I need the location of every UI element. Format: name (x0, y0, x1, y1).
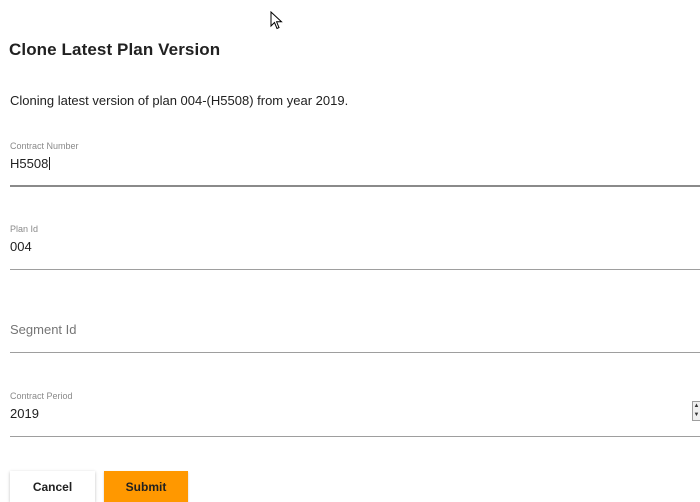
mouse-pointer-icon (270, 10, 284, 36)
segment-id-input[interactable]: Segment Id (10, 322, 77, 337)
dialog-title: Clone Latest Plan Version (9, 40, 221, 59)
contract-number-field[interactable]: Contract Number H5508 (10, 141, 700, 187)
plan-id-field[interactable]: Plan Id 004 (10, 224, 700, 270)
cancel-button[interactable]: Cancel (10, 471, 95, 502)
plan-id-input[interactable]: 004 (10, 239, 32, 254)
contract-period-label: Contract Period (10, 391, 73, 401)
contract-number-value: H5508 (10, 156, 49, 171)
contract-period-input[interactable]: 2019 (10, 406, 39, 421)
contract-number-underline (10, 185, 700, 187)
text-caret (49, 157, 51, 170)
number-spinner-icon[interactable]: ▲ ▼ (692, 401, 700, 421)
dialog-description: Cloning latest version of plan 004-(H550… (10, 93, 349, 108)
submit-button[interactable]: Submit (104, 471, 188, 502)
plan-id-underline (10, 269, 700, 270)
contract-period-underline (10, 436, 700, 437)
contract-period-field[interactable]: Contract Period 2019 ▲ ▼ (10, 391, 700, 437)
segment-id-field[interactable]: Segment Id (10, 307, 700, 353)
contract-number-input[interactable]: H5508 (10, 156, 51, 171)
contract-number-label: Contract Number (10, 141, 79, 151)
spinner-up-icon[interactable]: ▲ (693, 402, 700, 411)
plan-id-label: Plan Id (10, 224, 39, 234)
spinner-down-icon[interactable]: ▼ (693, 411, 700, 420)
clone-plan-dialog: Clone Latest Plan Version Cloning latest… (0, 0, 700, 502)
segment-id-underline (10, 352, 700, 353)
